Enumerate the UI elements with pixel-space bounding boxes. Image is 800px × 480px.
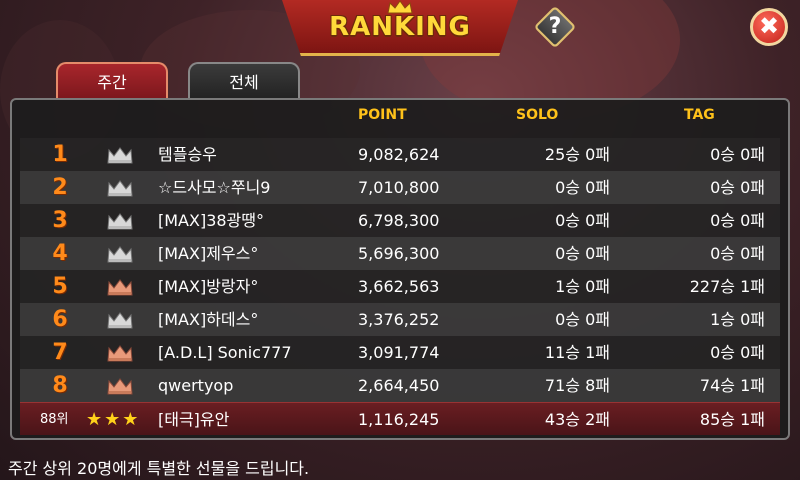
player-tag-record: 0승 0패 bbox=[710, 145, 765, 164]
player-point: 6,798,300 bbox=[358, 211, 440, 230]
player-solo-record: 0승 0패 bbox=[555, 211, 610, 230]
table-row[interactable]: 3 [MAX]38광땡° 6,798,300 0승 0패 0승 0패 bbox=[20, 204, 780, 237]
column-header-solo: SOLO bbox=[516, 107, 559, 123]
player-point: 5,696,300 bbox=[358, 244, 440, 263]
rank-number: 7 bbox=[52, 340, 68, 365]
player-name: qwertyop bbox=[158, 376, 234, 395]
player-name: [MAX]38광땡° bbox=[158, 211, 264, 230]
player-solo-record: 0승 0패 bbox=[555, 310, 610, 329]
table-row[interactable]: 1 템플승우 9,082,624 25승 0패 0승 0패 bbox=[20, 138, 780, 171]
footer-notice: 주간 상위 20명에게 특별한 선물을 드립니다. bbox=[8, 459, 310, 478]
rank-number: 3 bbox=[52, 208, 68, 233]
silver-crown-icon bbox=[107, 213, 133, 230]
player-name: [MAX]하데스° bbox=[158, 310, 259, 329]
player-solo-record: 11승 1패 bbox=[544, 343, 610, 362]
tab-weekly[interactable]: 주간 bbox=[56, 62, 168, 100]
player-name: [A.D.L] Sonic777 bbox=[158, 343, 292, 362]
table-row[interactable]: 7 [A.D.L] Sonic777 3,091,774 11승 1패 0승 0… bbox=[20, 336, 780, 369]
player-point: 9,082,624 bbox=[358, 145, 440, 164]
my-solo-record: 43승 2패 bbox=[544, 410, 610, 429]
my-name: [태극]유안 bbox=[158, 410, 230, 429]
player-name: ☆드사모☆쭈니9 bbox=[158, 178, 271, 197]
rank-number: 1 bbox=[52, 142, 68, 167]
table-row[interactable]: 6 [MAX]하데스° 3,376,252 0승 0패 1승 0패 bbox=[20, 303, 780, 336]
player-point: 3,662,563 bbox=[358, 277, 440, 296]
silver-crown-icon bbox=[107, 180, 133, 197]
player-tag-record: 0승 0패 bbox=[710, 178, 765, 197]
close-button[interactable]: ✖ bbox=[750, 8, 788, 46]
silver-crown-icon bbox=[107, 147, 133, 164]
my-point: 1,116,245 bbox=[358, 410, 440, 429]
my-rank: 88위 bbox=[40, 412, 69, 427]
bronze-crown-icon bbox=[107, 279, 133, 296]
column-header-tag: TAG bbox=[684, 107, 715, 123]
rank-number: 4 bbox=[52, 241, 68, 266]
table-row[interactable]: 2 ☆드사모☆쭈니9 7,010,800 0승 0패 0승 0패 bbox=[20, 171, 780, 204]
player-solo-record: 1승 0패 bbox=[555, 277, 610, 296]
rank-number: 8 bbox=[52, 373, 68, 398]
player-solo-record: 0승 0패 bbox=[555, 244, 610, 263]
rank-number: 5 bbox=[52, 274, 68, 299]
table-row[interactable]: 8 qwertyop 2,664,450 71승 8패 74승 1패 bbox=[20, 369, 780, 402]
player-solo-record: 71승 8패 bbox=[544, 376, 610, 395]
my-rank-row[interactable]: 88위 ★★★ [태극]유안 1,116,245 43승 2패 85승 1패 bbox=[20, 402, 780, 435]
rank-number: 6 bbox=[52, 307, 68, 332]
rank-number: 2 bbox=[52, 175, 68, 200]
table-row[interactable]: 4 [MAX]제우스° 5,696,300 0승 0패 0승 0패 bbox=[20, 237, 780, 270]
player-point: 2,664,450 bbox=[358, 376, 440, 395]
player-point: 3,091,774 bbox=[358, 343, 440, 362]
player-tag-record: 0승 0패 bbox=[710, 343, 765, 362]
page-title: RANKING bbox=[329, 12, 471, 42]
player-name: 템플승우 bbox=[158, 145, 217, 164]
table-row[interactable]: 5 [MAX]방랑자° 3,662,563 1승 0패 227승 1패 bbox=[20, 270, 780, 303]
player-point: 3,376,252 bbox=[358, 310, 440, 329]
player-name: [MAX]방랑자° bbox=[158, 277, 259, 296]
my-tag-record: 85승 1패 bbox=[699, 410, 765, 429]
player-tag-record: 227승 1패 bbox=[689, 277, 765, 296]
bronze-crown-icon bbox=[107, 345, 133, 362]
player-tag-record: 0승 0패 bbox=[710, 244, 765, 263]
help-icon[interactable]: ? bbox=[534, 6, 576, 48]
column-header-point: POINT bbox=[358, 107, 407, 123]
player-tag-record: 1승 0패 bbox=[710, 310, 765, 329]
player-solo-record: 25승 0패 bbox=[544, 145, 610, 164]
silver-crown-icon bbox=[107, 246, 133, 263]
player-tag-record: 74승 1패 bbox=[699, 376, 765, 395]
player-point: 7,010,800 bbox=[358, 178, 440, 197]
table-header: POINT SOLO TAG bbox=[10, 103, 790, 127]
silver-crown-icon bbox=[107, 312, 133, 329]
player-solo-record: 0승 0패 bbox=[555, 178, 610, 197]
player-tag-record: 0승 0패 bbox=[710, 211, 765, 230]
ranking-list: 1 템플승우 9,082,624 25승 0패 0승 0패 2 ☆드사모☆쭈니9… bbox=[20, 138, 780, 402]
tab-all[interactable]: 전체 bbox=[188, 62, 300, 100]
player-name: [MAX]제우스° bbox=[158, 244, 259, 263]
star-rating-icon: ★★★ bbox=[86, 409, 141, 430]
bronze-crown-icon bbox=[107, 378, 133, 395]
